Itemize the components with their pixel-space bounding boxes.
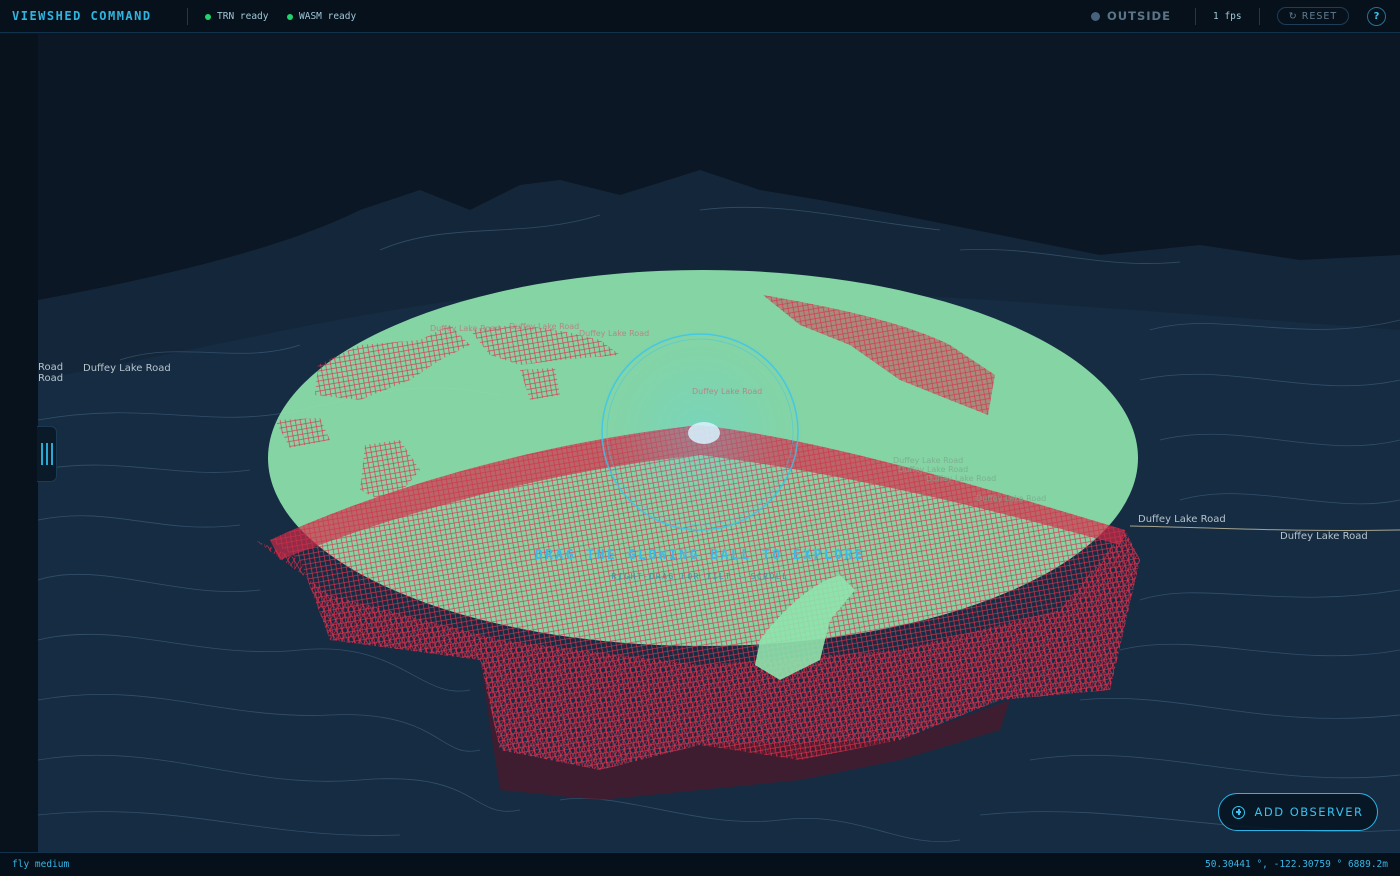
cursor-coordinates: 50.30441 °, -122.30759 ° 6889.2m — [1204, 859, 1388, 870]
road-label: Duffey Lake Road — [898, 465, 969, 474]
map-viewport[interactable]: Road Duffey Lake Road Road Duffey Lake R… — [38, 34, 1400, 852]
wasm-status-label: WASM ready — [299, 11, 357, 22]
road-label: Road — [38, 373, 64, 384]
drag-hint-sub: RIGHT-DRAG FOR TILT · SCROLL — [611, 572, 789, 581]
road-label: Duffey Lake Road — [926, 474, 997, 483]
road-label: Duffey Lake Road — [692, 387, 763, 396]
drag-hint: DRAG THE GLOWING BALL TO EXPLORE — [534, 548, 866, 563]
status-dot-icon — [205, 13, 211, 20]
terrain-scene — [38, 34, 1400, 852]
observer-state: OUTSIDE — [1091, 9, 1171, 23]
refresh-icon: ↻ — [1288, 10, 1298, 22]
road-label: Duffey Lake Road — [1138, 514, 1226, 525]
add-observer-button[interactable]: ADD OBSERVER — [1218, 793, 1378, 831]
status-dot-icon — [287, 13, 293, 20]
panel-toggle-handle[interactable] — [37, 426, 57, 482]
grip-icon — [45, 443, 48, 465]
side-panel-collapsed — [0, 34, 39, 852]
reset-label: RESET — [1301, 10, 1338, 22]
road-label: Duffey Lake Road — [509, 322, 580, 331]
reset-button[interactable]: ↻ RESET — [1277, 7, 1349, 25]
divider — [187, 8, 188, 25]
help-button[interactable]: ? — [1367, 7, 1386, 26]
road-label: Duffey Lake Road — [83, 363, 171, 374]
road-label: Duffey Lake Road — [893, 456, 964, 465]
top-bar: VIEWSHED COMMAND TRN ready WASM ready OU… — [0, 0, 1400, 33]
status-bar: fly medium 50.30441 °, -122.30759 ° 6889… — [0, 852, 1400, 876]
plus-circle-icon — [1232, 805, 1246, 819]
divider — [1195, 8, 1196, 25]
road-label: Duffey Lake Road — [430, 324, 501, 333]
observer-state-label: OUTSIDE — [1107, 9, 1171, 23]
grip-icon — [40, 443, 43, 465]
road-label: Duffey Lake Road — [579, 329, 650, 338]
wasm-status: WASM ready — [287, 11, 356, 22]
road-label: Road — [38, 362, 64, 373]
road-label: Duffey Lake Road — [976, 494, 1047, 503]
trn-status-label: TRN ready — [217, 11, 269, 22]
grip-icon — [50, 443, 53, 465]
divider — [1259, 8, 1260, 25]
app-title: VIEWSHED COMMAND — [12, 9, 152, 23]
add-observer-label: ADD OBSERVER — [1254, 805, 1364, 819]
observer-ball — [688, 422, 720, 444]
fps-counter: 1 fps — [1213, 11, 1242, 22]
state-dot-icon — [1091, 11, 1100, 21]
camera-mode: fly medium — [12, 859, 70, 870]
trn-status: TRN ready — [205, 11, 268, 22]
road-label: Duffey Lake Road — [1280, 531, 1368, 542]
